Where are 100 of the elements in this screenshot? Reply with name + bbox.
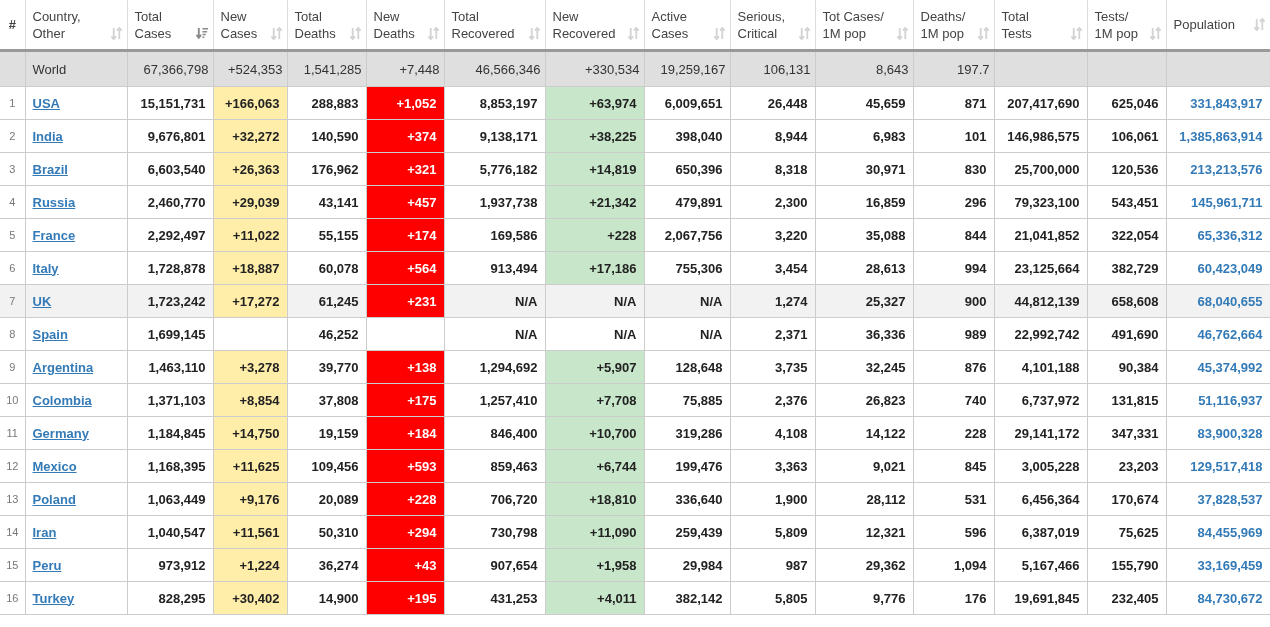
population-link[interactable]: 84,730,672 (1197, 590, 1263, 606)
table-cell: 844 (913, 218, 994, 252)
row-number: 6 (0, 251, 25, 285)
population-link[interactable]: 51,116,937 (1198, 392, 1263, 408)
column-header[interactable]: New Cases (220, 7, 258, 42)
sort-icon[interactable] (109, 26, 123, 40)
sort-icon[interactable] (1069, 26, 1083, 40)
country-link[interactable]: Argentina (32, 359, 94, 375)
country-link[interactable]: India (32, 128, 63, 144)
row-number: 9 (0, 350, 25, 384)
sort-icon[interactable] (712, 26, 726, 40)
sort-icon[interactable] (626, 26, 640, 40)
population-link[interactable]: 60,423,049 (1197, 260, 1263, 276)
sort-icon[interactable] (527, 26, 541, 40)
sort-icon[interactable] (1148, 26, 1162, 40)
column-header[interactable]: Total Cases (134, 7, 172, 42)
row-number: 16 (0, 581, 25, 615)
column-header[interactable]: Population (1173, 16, 1235, 33)
country-link[interactable]: Poland (32, 491, 76, 507)
table-cell: 9,021 (815, 449, 913, 483)
table-cell: +14,750 (213, 416, 287, 450)
table-cell: 322,054 (1087, 218, 1166, 252)
population-link[interactable]: 45,374,992 (1197, 359, 1263, 375)
population-link[interactable]: 145,961,711 (1190, 194, 1263, 210)
table-cell: 1,937,738 (444, 185, 545, 219)
population-link[interactable]: 84,455,969 (1197, 524, 1263, 540)
table-cell: +3,278 (213, 350, 287, 384)
sort-descending-icon[interactable] (195, 26, 209, 40)
country-link[interactable]: UK (32, 293, 52, 309)
column-header[interactable]: Deaths/ 1M pop (920, 7, 966, 42)
table-cell: +294 (366, 515, 444, 549)
sort-icon[interactable] (426, 26, 440, 40)
country-link[interactable]: France (32, 227, 76, 243)
table-cell: 1,371,103 (127, 383, 213, 417)
table-cell: 39,770 (287, 350, 366, 384)
column-header[interactable]: Country, Other (32, 7, 81, 42)
table-cell: 259,439 (644, 515, 730, 549)
table-cell: 29,362 (815, 548, 913, 582)
population-link[interactable]: 37,828,537 (1197, 491, 1263, 507)
table-cell: 45,659 (815, 86, 913, 120)
sort-icon[interactable] (1252, 18, 1266, 31)
country-link[interactable]: Russia (32, 194, 76, 210)
sort-icon[interactable] (895, 26, 909, 40)
country-link[interactable]: Mexico (32, 458, 77, 474)
column-header[interactable]: Tests/ 1M pop (1094, 7, 1138, 42)
table-cell: 21,041,852 (994, 218, 1087, 252)
table-cell: 828,295 (127, 581, 213, 615)
table-cell: 382,142 (644, 581, 730, 615)
table-cell: +174 (366, 218, 444, 252)
population-link[interactable]: 331,843,917 (1190, 95, 1263, 111)
sort-icon[interactable] (269, 26, 283, 40)
population-link[interactable]: 213,213,576 (1190, 161, 1263, 177)
sort-icon[interactable] (348, 26, 362, 40)
table-cell: 5,167,466 (994, 548, 1087, 582)
table-cell: N/A (644, 317, 730, 351)
table-cell: 106,061 (1087, 119, 1166, 153)
population-link[interactable]: 1,385,863,914 (1179, 128, 1263, 144)
table-cell: 30,971 (815, 152, 913, 186)
country-link[interactable]: Iran (32, 524, 57, 540)
population-link[interactable]: 33,169,459 (1197, 557, 1263, 573)
table-cell: 28,613 (815, 251, 913, 285)
table-cell: 29,141,172 (994, 416, 1087, 450)
country-link[interactable]: USA (32, 95, 60, 111)
sort-icon[interactable] (976, 26, 990, 40)
row-number: 15 (0, 548, 25, 582)
population-link[interactable]: 83,900,328 (1197, 425, 1263, 441)
sort-icon[interactable] (797, 26, 811, 40)
table-cell: 398,040 (644, 119, 730, 153)
column-header[interactable]: Total Recovered (451, 7, 515, 42)
table-cell: 2,376 (730, 383, 815, 417)
row-number: 13 (0, 482, 25, 516)
column-header[interactable]: New Deaths (373, 7, 415, 42)
country-link[interactable]: Turkey (32, 590, 75, 606)
table-cell: +593 (366, 449, 444, 483)
population-link[interactable]: 46,762,664 (1197, 326, 1263, 342)
country-link[interactable]: Peru (32, 557, 62, 573)
table-cell: +564 (366, 251, 444, 285)
country-link[interactable]: Italy (32, 260, 59, 276)
column-header[interactable]: Active Cases (651, 7, 689, 42)
table-cell: +21,342 (545, 185, 644, 219)
table-cell: 207,417,690 (994, 86, 1087, 120)
column-header[interactable]: Total Tests (1001, 7, 1032, 42)
table-cell: 907,654 (444, 548, 545, 582)
table-cell: 382,729 (1087, 251, 1166, 285)
country-link[interactable]: Brazil (32, 161, 68, 177)
column-header[interactable]: Tot Cases/ 1M pop (822, 7, 884, 42)
table-cell: 128,648 (644, 350, 730, 384)
table-cell: +26,363 (213, 152, 287, 186)
table-cell: 755,306 (644, 251, 730, 285)
country-link[interactable]: Germany (32, 425, 89, 441)
column-header[interactable]: Serious, Critical (737, 7, 786, 42)
country-link[interactable]: Spain (32, 326, 68, 342)
country-link[interactable]: Colombia (32, 392, 92, 408)
table-cell: 973,912 (127, 548, 213, 582)
population-link[interactable]: 65,336,312 (1197, 227, 1263, 243)
table-cell: +321 (366, 152, 444, 186)
table-cell: +11,022 (213, 218, 287, 252)
column-header[interactable]: Total Deaths (294, 7, 336, 42)
column-header[interactable]: New Recovered (552, 7, 616, 42)
population-link[interactable]: 129,517,418 (1190, 458, 1263, 474)
